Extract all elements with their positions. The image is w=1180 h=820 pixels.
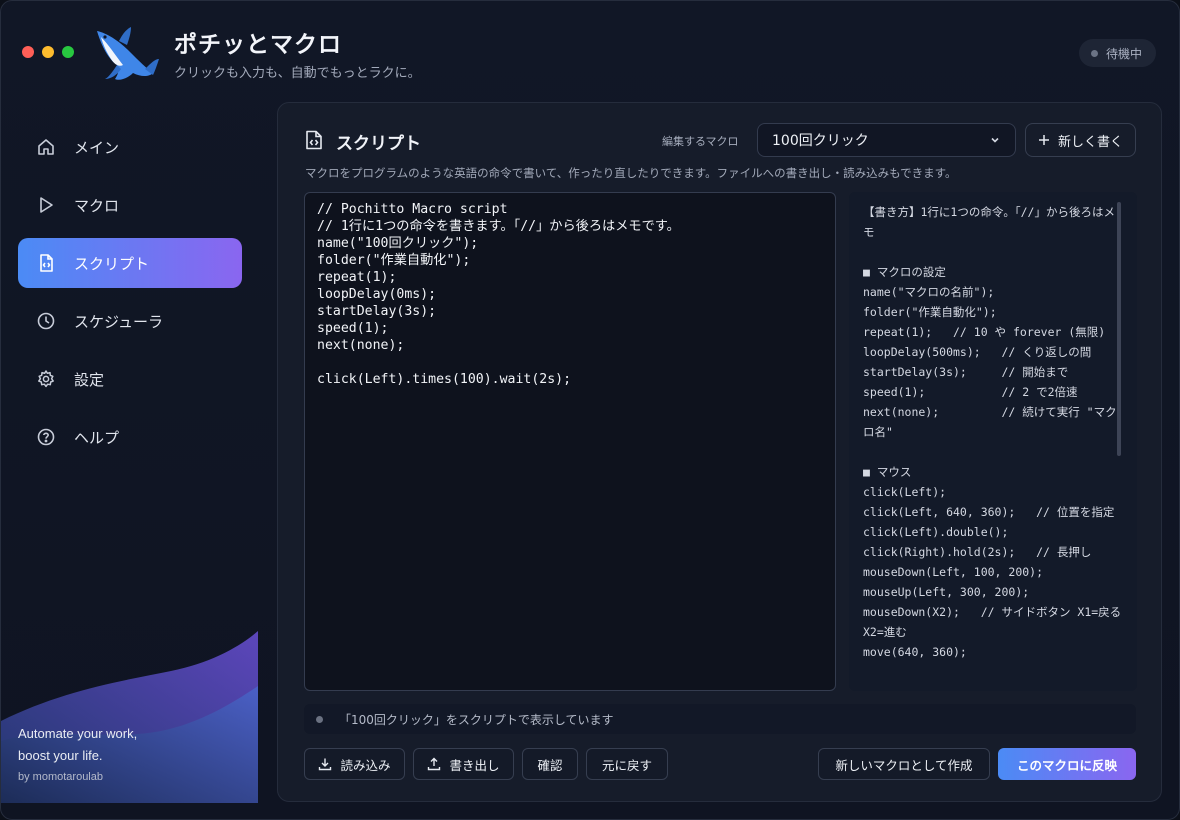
sidebar-byline: by momotaroulab <box>18 771 103 783</box>
sidebar-item-macro[interactable]: マクロ <box>18 180 242 230</box>
code-line: // Pochitto Macro script <box>317 202 508 217</box>
status-text: 待機中 <box>1105 46 1142 61</box>
sidebar-item-label: スクリプト <box>74 254 150 273</box>
reference-line: ■ マウス <box>863 465 912 479</box>
syntax-reference-pane[interactable]: 【書き方】1行に1つの命令。「//」から後ろはメモ ■ マクロの設定 name(… <box>849 192 1137 691</box>
plus-icon <box>1038 135 1049 145</box>
export-button-label: 書き出し <box>449 757 500 773</box>
sidebar-item-label: スケジューラ <box>74 312 163 331</box>
reference-line: loopDelay(500ms); // くり返しの間 <box>863 345 1092 359</box>
window-controls <box>22 46 74 58</box>
reference-line <box>863 242 1123 262</box>
import-button[interactable]: 読み込み <box>304 748 405 780</box>
close-window-button[interactable] <box>22 46 34 58</box>
reference-line: mouseUp(Left, 300, 200); <box>863 585 1030 599</box>
check-button-label: 確認 <box>537 757 563 773</box>
check-button[interactable]: 確認 <box>522 748 578 780</box>
revert-button-label: 元に戻す <box>601 757 652 773</box>
play-icon <box>40 197 53 213</box>
upload-icon <box>428 757 441 771</box>
download-icon <box>319 758 332 771</box>
script-panel: スクリプト 編集するマクロ 100回クリック 新しく書く マクロをプログラムのよ… <box>277 102 1162 802</box>
gear-icon <box>38 370 54 388</box>
macro-select-label: 編集するマクロ <box>662 135 739 148</box>
reference-line: click(Left); <box>863 485 947 499</box>
script-icon <box>306 130 322 150</box>
sidebar-tagline: Automate your work, boost your life. <box>18 723 137 767</box>
panel-description: マクロをプログラムのような英語の命令で書いて、作ったり直したりできます。ファイル… <box>305 166 957 180</box>
code-line: repeat(1); <box>317 270 397 285</box>
app-subtitle: クリックも入力も、自動でもっとラクに。 <box>174 66 421 81</box>
new-script-button[interactable]: 新しく書く <box>1025 123 1136 157</box>
maximize-window-button[interactable] <box>62 46 74 58</box>
sidebar-item-label: ヘルプ <box>74 428 120 447</box>
reference-line: move(640, 360); <box>863 645 967 659</box>
reference-line: mouseDown(Left, 100, 200); <box>863 565 1044 579</box>
script-editor[interactable]: // Pochitto Macro script // 1行に1つの命令を書きま… <box>304 192 836 691</box>
tagline-line-2: boost your life. <box>18 748 103 763</box>
reference-line: name("マクロの名前"); <box>863 285 995 299</box>
reference-line: mouseDown(X2); // サイドボタン X1=戻る X2=進む <box>863 605 1129 639</box>
app-window: ポチッとマクロ クリックも入力も、自動でもっとラクに。 待機中 メイン マクロ … <box>0 0 1180 820</box>
macro-select[interactable]: 100回クリック <box>757 123 1016 157</box>
sidebar-item-label: メイン <box>74 138 120 157</box>
tagline-line-1: Automate your work, <box>18 726 138 741</box>
reference-line: speed(1); // 2 で2倍速 <box>863 385 1078 399</box>
reference-line: click(Left, 640, 360); // 位置を指定 <box>863 505 1115 519</box>
code-line: name("100回クリック"); <box>317 236 479 251</box>
export-button[interactable]: 書き出し <box>413 748 514 780</box>
code-line: loopDelay(0ms); <box>317 287 437 302</box>
sidebar-item-label: マクロ <box>74 196 120 215</box>
status-dot-icon <box>316 715 323 723</box>
import-button-label: 読み込み <box>340 757 391 773</box>
reference-line: repeat(1); // 10 や forever (無限) <box>863 325 1106 339</box>
reference-line: ■ マクロの設定 <box>863 265 946 279</box>
apply-to-macro-button[interactable]: このマクロに反映 <box>998 748 1136 780</box>
sidebar-item-script[interactable]: スクリプト <box>18 238 242 288</box>
apply-to-macro-button-label: このマクロに反映 <box>1016 757 1117 773</box>
code-line: startDelay(3s); <box>317 304 437 319</box>
macro-select-value: 100回クリック <box>772 133 869 149</box>
sidebar-item-help[interactable]: ヘルプ <box>18 412 242 462</box>
create-new-macro-button-label: 新しいマクロとして作成 <box>835 757 973 773</box>
reference-line: click(Right).hold(2s); // 長押し <box>863 545 1092 559</box>
script-icon <box>40 254 53 272</box>
app-title: ポチッとマクロ <box>174 32 342 58</box>
reference-line: startDelay(3s); // 開始まで <box>863 365 1069 379</box>
chevron-down-icon <box>991 137 999 143</box>
sidebar-item-main[interactable]: メイン <box>18 122 242 172</box>
status-message-bar: 「100回クリック」をスクリプトで表示しています <box>304 704 1136 734</box>
sidebar-item-label: 設定 <box>74 370 105 389</box>
reference-line <box>863 442 1123 462</box>
status-badge: 待機中 <box>1078 39 1156 67</box>
create-new-macro-button[interactable]: 新しいマクロとして作成 <box>818 748 990 780</box>
reference-scrollbar[interactable] <box>1117 202 1121 456</box>
revert-button[interactable]: 元に戻す <box>586 748 668 780</box>
code-line: click(Left).times(100).wait(2s); <box>317 372 572 387</box>
home-icon <box>38 139 54 155</box>
new-script-button-label: 新しく書く <box>1057 134 1123 150</box>
minimize-window-button[interactable] <box>42 46 54 58</box>
help-icon <box>37 428 55 446</box>
app-logo-icon <box>97 27 159 80</box>
code-line: folder("作業自動化"); <box>317 253 471 268</box>
reference-line: click(Left).double(); <box>863 525 1009 539</box>
reference-line: next(none); // 続けて実行 "マクロ名" <box>863 405 1117 439</box>
code-line: // 1行に1つの命令を書きます。「//」から後ろはメモです。 <box>317 219 680 234</box>
code-line: next(none); <box>317 338 405 353</box>
status-message: 「100回クリック」をスクリプトで表示しています <box>339 712 614 727</box>
sidebar-item-settings[interactable]: 設定 <box>18 354 242 404</box>
page-title: スクリプト <box>336 134 421 154</box>
reference-line: 【書き方】1行に1つの命令。「//」から後ろはメモ <box>863 205 1115 239</box>
reference-line: folder("作業自動化"); <box>863 305 997 319</box>
code-line: speed(1); <box>317 321 389 336</box>
clock-icon <box>37 312 55 330</box>
sidebar-item-scheduler[interactable]: スケジューラ <box>18 296 242 346</box>
status-dot-icon <box>1090 49 1098 57</box>
